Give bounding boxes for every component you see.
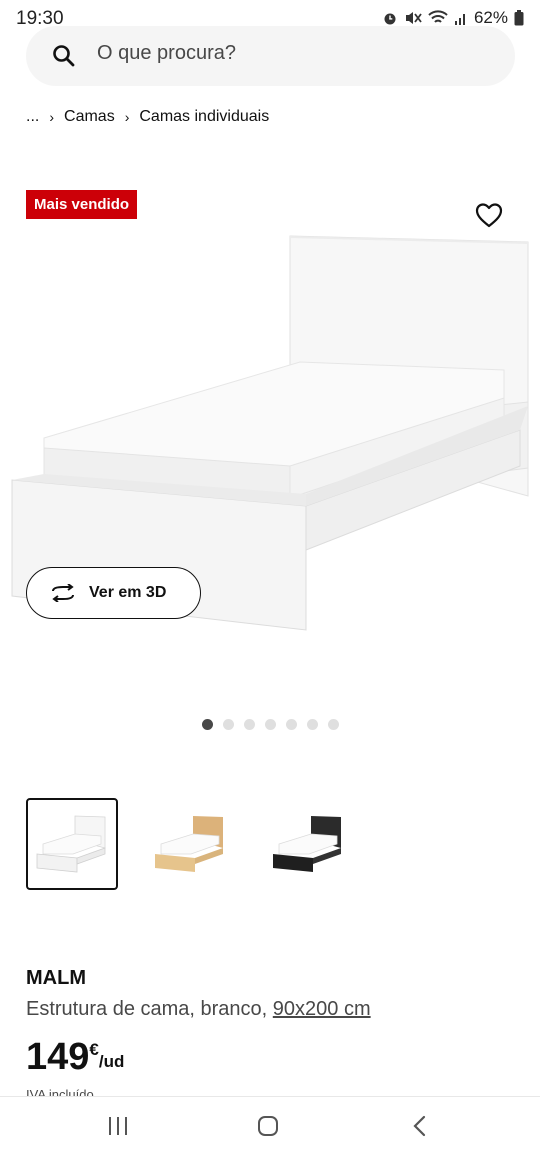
variant-white[interactable] xyxy=(26,798,118,890)
variant-selector xyxy=(26,798,380,890)
price-currency: € xyxy=(89,1040,99,1059)
battery-percent: 62% xyxy=(473,8,508,27)
signal-icon xyxy=(454,14,465,25)
carousel-dot[interactable] xyxy=(244,719,255,730)
battery-icon xyxy=(514,10,524,26)
chevron-right-icon: › xyxy=(124,109,130,125)
vat-note: IVA incluído xyxy=(26,1088,94,1096)
bed-oak-thumbnail xyxy=(155,816,223,872)
recents-icon[interactable] xyxy=(106,1115,130,1137)
carousel-dot[interactable] xyxy=(223,719,234,730)
product-size-link[interactable]: 90x200 cm xyxy=(273,998,371,1020)
bestseller-badge: Mais vendido xyxy=(26,190,138,219)
product-description-text: Estrutura de cama, branco, xyxy=(26,998,273,1020)
carousel-dot[interactable] xyxy=(202,719,213,730)
view-3d-label: Ver em 3D xyxy=(89,584,167,601)
carousel-dot[interactable] xyxy=(328,719,339,730)
mute-icon xyxy=(405,12,422,24)
breadcrumb: ... › Camas › Camas individuais xyxy=(26,108,269,126)
chevron-right-icon: › xyxy=(49,109,55,125)
breadcrumb-camas[interactable]: Camas xyxy=(64,108,115,126)
rotate-3d-icon xyxy=(52,584,74,602)
product-price: 149 € /ud xyxy=(26,1036,124,1078)
product-description: Estrutura de cama, branco, 90x200 cm xyxy=(26,998,371,1021)
variant-oak[interactable] xyxy=(144,798,236,890)
breadcrumb-ellipsis[interactable]: ... xyxy=(26,108,39,126)
price-unit: /ud xyxy=(98,1052,125,1071)
system-nav-bar xyxy=(0,1096,540,1158)
bed-black-thumbnail xyxy=(273,816,341,872)
home-icon[interactable] xyxy=(256,1115,280,1137)
wifi-icon xyxy=(428,10,448,23)
search-bar[interactable]: O que procura? xyxy=(26,26,515,86)
carousel-dot[interactable] xyxy=(265,719,276,730)
status-icons: 62% xyxy=(382,8,524,28)
search-icon[interactable] xyxy=(52,44,76,68)
variant-black[interactable] xyxy=(262,798,354,890)
breadcrumb-camas-individuais[interactable]: Camas individuais xyxy=(139,108,269,126)
carousel-dot[interactable] xyxy=(286,719,297,730)
back-icon[interactable] xyxy=(410,1115,430,1137)
bed-white-thumbnail xyxy=(36,815,106,873)
price-integer: 149 xyxy=(26,1036,90,1078)
view-3d-button[interactable]: Ver em 3D xyxy=(26,567,201,619)
search-input[interactable]: O que procura? xyxy=(97,42,236,65)
carousel-dot[interactable] xyxy=(307,719,318,730)
product-name: MALM xyxy=(26,967,86,989)
alarm-icon xyxy=(384,13,396,25)
heart-icon[interactable] xyxy=(474,201,504,229)
carousel-dots xyxy=(202,719,339,730)
